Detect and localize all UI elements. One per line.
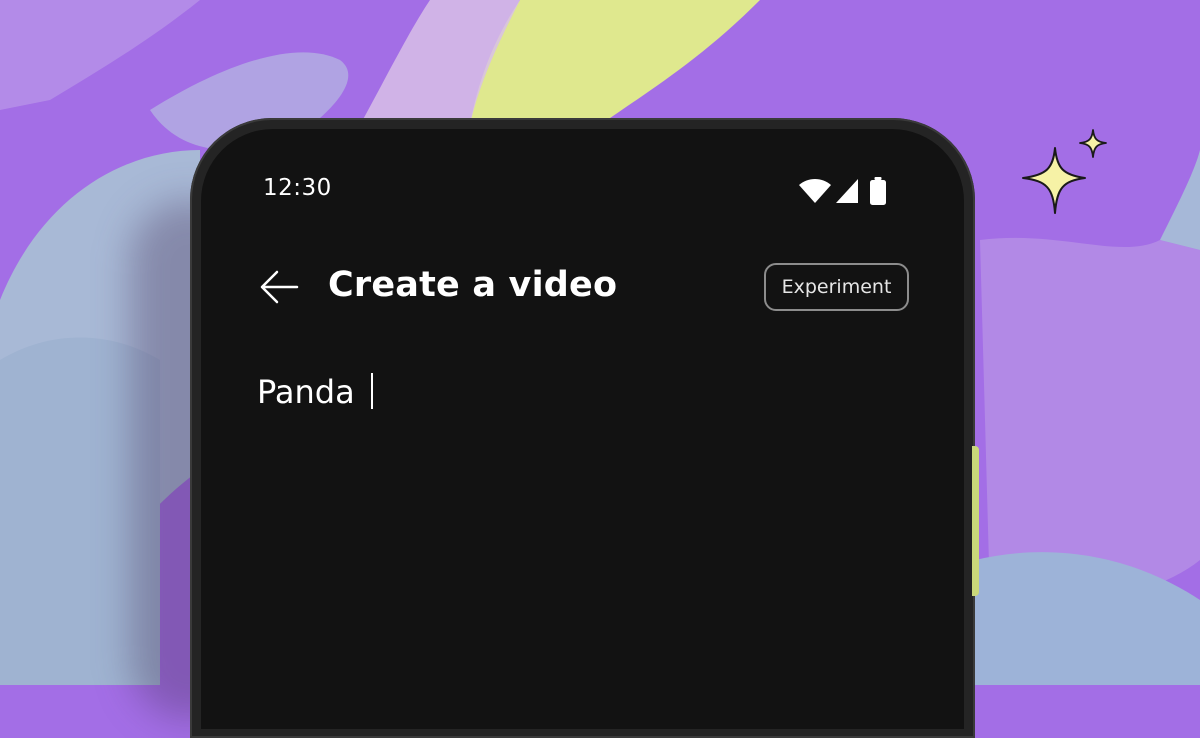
prompt-input[interactable]: [257, 367, 897, 417]
wifi-icon: [799, 179, 831, 207]
arrow-left-icon: [257, 270, 301, 311]
signal-icon: [836, 179, 858, 207]
page-title: Create a video: [328, 265, 618, 305]
experiment-badge: Experiment: [764, 263, 909, 311]
battery-icon: [870, 177, 886, 209]
sparkle-icon: [1015, 128, 1125, 227]
phone-screen: 12:30 Create a video Experiment: [201, 129, 964, 729]
status-icons: [799, 177, 891, 207]
back-button[interactable]: [257, 267, 301, 307]
phone-side-button: [972, 446, 979, 596]
text-cursor: [371, 373, 373, 409]
status-time: 12:30: [263, 175, 332, 201]
